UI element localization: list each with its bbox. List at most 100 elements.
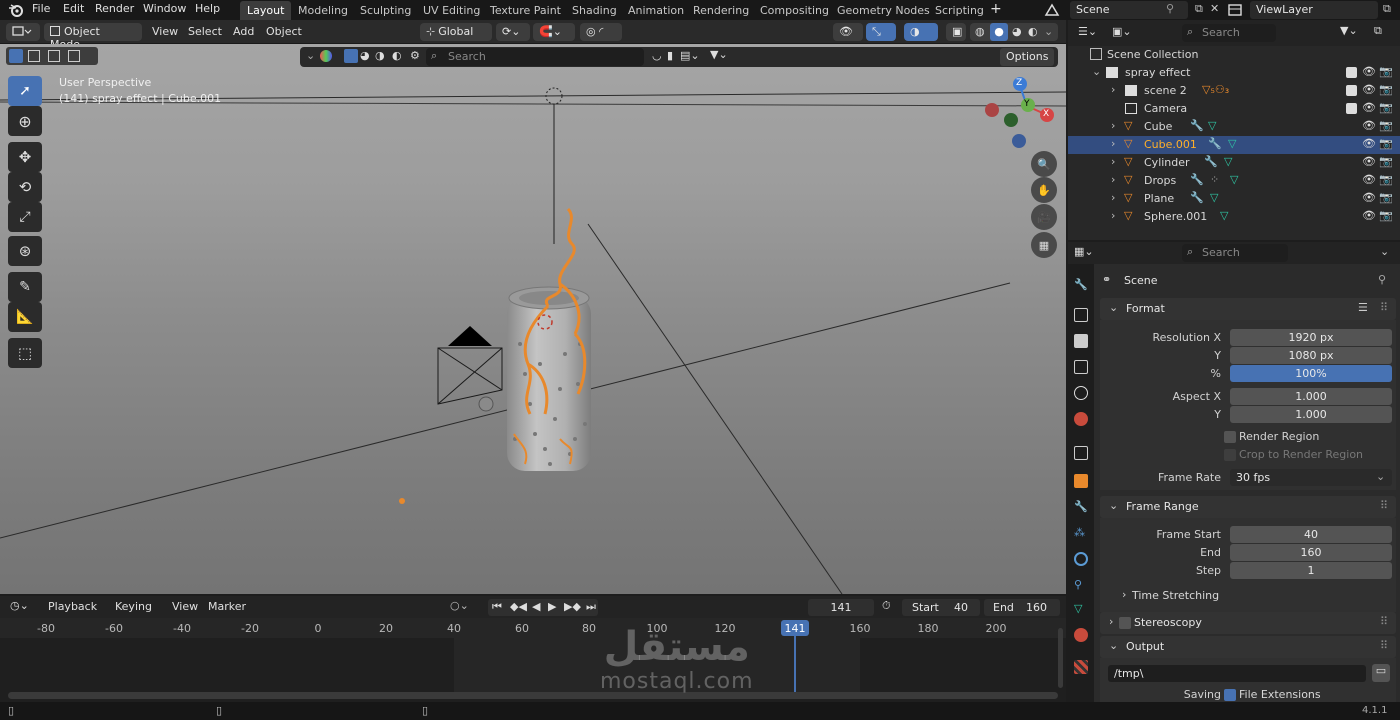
shading-options-icon[interactable]: ⌄: [1044, 25, 1053, 38]
chevron-right-icon[interactable]: ›: [1111, 155, 1115, 168]
jump-end-icon[interactable]: ⏭: [586, 600, 596, 614]
gizmo-y-label[interactable]: Y: [1024, 99, 1030, 109]
chevron-right-icon[interactable]: ›: [1111, 83, 1115, 96]
camera-render-icon[interactable]: 📷: [1379, 83, 1393, 96]
scale-tool[interactable]: ⤢: [8, 202, 42, 232]
outliner-row-scene-collection[interactable]: Scene Collection: [1068, 46, 1400, 64]
exclude-checkbox[interactable]: [1346, 85, 1357, 96]
frame-step-field[interactable]: 1: [1230, 562, 1392, 579]
chevron-right-icon[interactable]: ›: [1111, 209, 1115, 222]
stereoscopy-checkbox[interactable]: [1119, 617, 1131, 629]
constraints-tab-icon[interactable]: ⚲: [1074, 578, 1088, 592]
scene-selector[interactable]: Scene ⚲: [1070, 1, 1188, 19]
menu-view-timeline[interactable]: View: [172, 600, 198, 613]
aspect-x-field[interactable]: 1.000: [1230, 388, 1392, 405]
camera-render-icon[interactable]: 📷: [1379, 101, 1393, 114]
tab-sculpting[interactable]: Sculpting: [353, 1, 418, 20]
timeline-scrollbar[interactable]: [8, 692, 1058, 699]
drag-handle-icon[interactable]: ⠿: [1380, 499, 1388, 512]
add-cube-tool[interactable]: ⬚: [8, 338, 42, 368]
eye-icon[interactable]: 👁: [1362, 119, 1376, 132]
camera-render-icon[interactable]: 📷: [1379, 191, 1393, 204]
gizmo-z-label[interactable]: Z: [1016, 78, 1022, 88]
current-frame-field[interactable]: 141: [808, 599, 874, 616]
wireframe-shading-icon[interactable]: ◍: [975, 25, 985, 38]
drag-handle-icon[interactable]: ⠿: [1380, 301, 1388, 314]
play-icon[interactable]: ▶: [548, 600, 556, 613]
eye-icon[interactable]: 👁: [1362, 65, 1376, 78]
outliner-row-object[interactable]: › ▽ Cube 🔧 ▽ 👁 📷: [1068, 118, 1400, 136]
tab-rendering[interactable]: Rendering: [686, 1, 756, 20]
outliner-row-object-selected[interactable]: › ▽ Cube.001 🔧 ▽ 👁 📷: [1068, 136, 1400, 154]
visibility-icon[interactable]: 👁⌄: [833, 23, 863, 51]
timeline-editor-icon[interactable]: ◷⌄: [10, 599, 29, 612]
filter-icon[interactable]: ▼⌄: [1340, 24, 1358, 37]
prev-keyframe-icon[interactable]: ◆◀: [510, 600, 527, 613]
data-tab-icon[interactable]: ▽: [1074, 602, 1088, 616]
frame-start-field[interactable]: 40: [1230, 526, 1392, 543]
resolution-y-field[interactable]: 1080 px: [1230, 347, 1392, 364]
chevron-right-icon[interactable]: ›: [1111, 119, 1115, 132]
outliner-search-input[interactable]: ⌕ Search: [1182, 24, 1276, 42]
blender-logo-icon[interactable]: [8, 2, 24, 18]
crop-region-checkbox[interactable]: [1224, 449, 1236, 461]
camera-render-icon[interactable]: 📷: [1379, 119, 1393, 132]
chevron-right-icon[interactable]: ›: [1122, 588, 1126, 601]
scene-tab-icon[interactable]: [1074, 386, 1088, 400]
eye-icon[interactable]: 👁: [1362, 155, 1376, 168]
timeline-vertical-scrollbar[interactable]: [1058, 628, 1063, 688]
texture-tab-icon[interactable]: [1074, 660, 1088, 674]
properties-search-input[interactable]: ⌕ Search: [1182, 244, 1288, 262]
editor-type-button[interactable]: [6, 23, 40, 41]
menu-file[interactable]: File: [32, 2, 50, 15]
material-tab-icon[interactable]: [1074, 628, 1088, 642]
camera-render-icon[interactable]: 📷: [1379, 65, 1393, 78]
tab-texture-paint[interactable]: Texture Paint: [483, 1, 568, 20]
properties-editor-icon[interactable]: ▦⌄: [1074, 245, 1094, 258]
stopwatch-icon[interactable]: ⏱: [882, 599, 891, 613]
frame-range-panel-header[interactable]: ⌄ Frame Range ⠿: [1100, 496, 1396, 518]
eye-icon[interactable]: 👁: [1362, 137, 1376, 150]
stereoscopy-panel-header[interactable]: › Stereoscopy ⠿: [1100, 612, 1396, 634]
eye-icon[interactable]: 👁: [1362, 191, 1376, 204]
pan-button[interactable]: ✋: [1031, 177, 1057, 203]
proportional-edit-icon[interactable]: ◎ ◜: [580, 23, 622, 41]
tab-uv-editing[interactable]: UV Editing: [416, 1, 487, 20]
collection-tab-icon[interactable]: [1074, 446, 1088, 460]
measure-tool[interactable]: 📐: [8, 302, 42, 332]
menu-help[interactable]: Help: [195, 2, 220, 15]
object-tab-icon[interactable]: [1074, 474, 1088, 488]
chevron-right-icon[interactable]: ›: [1111, 173, 1115, 186]
delete-scene-icon[interactable]: ✕: [1210, 2, 1219, 15]
tool-tab-icon[interactable]: 🔧: [1074, 278, 1088, 292]
world-tab-icon[interactable]: [1074, 412, 1088, 426]
resolution-percent-slider[interactable]: 100%: [1230, 365, 1392, 382]
camera-render-icon[interactable]: 📷: [1379, 155, 1393, 168]
exclude-checkbox[interactable]: [1346, 103, 1357, 114]
tab-layout[interactable]: Layout: [240, 1, 292, 20]
overlay-toggle-icon[interactable]: ◑: [904, 23, 938, 41]
outliner-editor-icon[interactable]: ☰⌄: [1078, 25, 1097, 38]
next-keyframe-icon[interactable]: ▶◆: [564, 600, 581, 613]
output-tab-icon[interactable]: [1074, 334, 1088, 348]
new-collection-icon[interactable]: ⧉: [1374, 24, 1382, 38]
mode-selector[interactable]: Object Mode⌄: [44, 23, 142, 51]
gizmo-toggle-icon[interactable]: ⤡: [866, 23, 896, 41]
outliner-row-object[interactable]: › ▽ Drops 🔧 ⁘ ▽ 👁 📷: [1068, 172, 1400, 190]
view-layer-selector[interactable]: ViewLayer: [1250, 1, 1378, 19]
timeline-area[interactable]: -80 -60 -40 -20 0 20 40 60 80 100 120 14…: [0, 618, 1066, 702]
menu-object[interactable]: Object: [266, 25, 302, 38]
xray-toggle-icon[interactable]: ▣: [946, 23, 966, 41]
chevron-down-icon[interactable]: ⌄: [1380, 245, 1389, 258]
menu-marker[interactable]: Marker: [208, 600, 246, 613]
camera-render-icon[interactable]: 📷: [1379, 137, 1393, 150]
outliner-row-collection[interactable]: ⌄ spray effect 👁 📷: [1068, 64, 1400, 82]
output-path-input[interactable]: /tmp\: [1108, 665, 1366, 682]
chevron-right-icon[interactable]: ›: [1111, 191, 1115, 204]
tab-compositing[interactable]: Compositing: [753, 1, 836, 20]
resolution-x-field[interactable]: 1920 px: [1230, 329, 1392, 346]
solid-shading-icon[interactable]: ●: [990, 23, 1008, 41]
presets-icon[interactable]: ☰: [1358, 301, 1368, 314]
drag-handle-icon[interactable]: ⠿: [1380, 615, 1388, 628]
rotate-tool[interactable]: ⟲: [8, 172, 42, 202]
